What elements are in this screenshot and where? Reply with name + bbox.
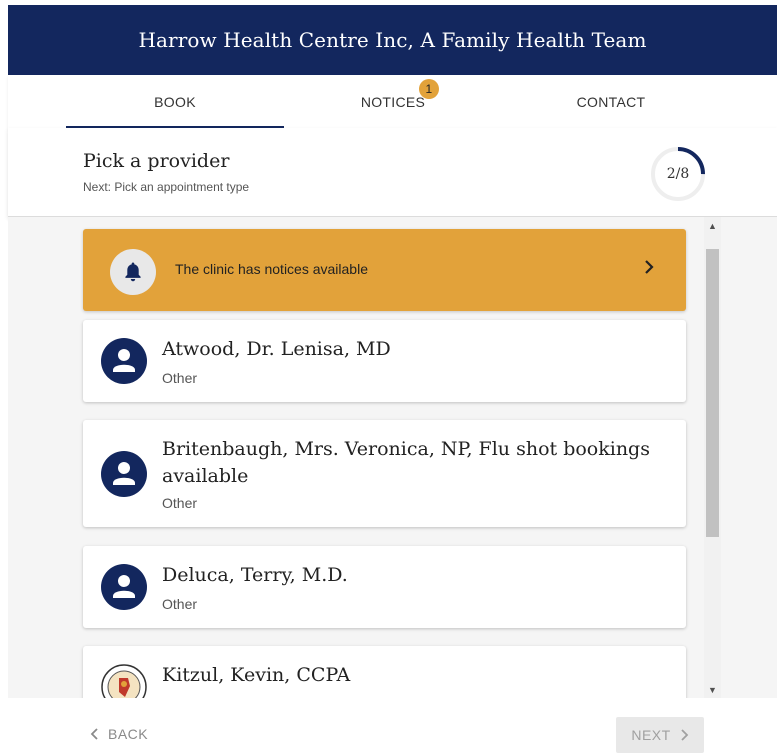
back-button-label: BACK xyxy=(108,726,149,742)
scroll-up-arrow-icon[interactable]: ▲ xyxy=(704,217,721,234)
next-button[interactable]: NEXT xyxy=(616,717,704,753)
tab-book-label: BOOK xyxy=(154,93,196,110)
step-next-hint: Next: Pick an appointment type xyxy=(83,180,250,194)
scrollbar-thumb[interactable] xyxy=(706,249,719,537)
provider-name: Britenbaugh, Mrs. Veronica, NP, Flu shot… xyxy=(162,438,650,487)
person-icon xyxy=(101,451,147,497)
chevron-right-icon xyxy=(639,257,659,277)
tab-contact-label: CONTACT xyxy=(576,93,646,110)
step-header: Pick a provider Next: Pick an appointmen… xyxy=(8,128,777,217)
provider-type: Other xyxy=(162,596,198,612)
chevron-left-icon xyxy=(90,728,98,740)
step-progress-ring: 2/8 xyxy=(650,146,706,202)
provider-type: Other xyxy=(162,495,198,511)
back-button[interactable]: BACK xyxy=(90,726,148,742)
list-scrollbar[interactable]: ▲ ▼ xyxy=(704,217,721,698)
scroll-down-arrow-icon[interactable]: ▼ xyxy=(704,681,721,698)
step-title: Pick a provider xyxy=(83,150,230,172)
booking-page: Harrow Health Centre Inc, A Family Healt… xyxy=(8,0,777,753)
tab-notices-label: NOTICES xyxy=(360,93,426,110)
app-header: Harrow Health Centre Inc, A Family Healt… xyxy=(8,5,777,75)
tab-notices[interactable]: NOTICES 1 xyxy=(284,75,502,128)
provider-name: Deluca, Terry, M.D. xyxy=(162,564,348,586)
bell-icon xyxy=(110,249,156,295)
tab-bar: BOOK NOTICES 1 CONTACT xyxy=(8,75,777,129)
provider-card[interactable]: Deluca, Terry, M.D. Other xyxy=(83,546,686,628)
person-icon xyxy=(101,564,147,610)
tab-book[interactable]: BOOK xyxy=(66,75,284,128)
provider-card[interactable]: Britenbaugh, Mrs. Veronica, NP, Flu shot… xyxy=(83,420,686,527)
footer-nav: BACK NEXT xyxy=(8,698,777,753)
chevron-right-icon xyxy=(681,729,688,741)
clinic-notices-banner[interactable]: The clinic has notices available xyxy=(83,229,686,311)
notices-count-badge: 1 xyxy=(419,79,439,99)
progress-label: 2/8 xyxy=(666,166,690,182)
provider-type: Other xyxy=(162,370,198,386)
provider-name: Atwood, Dr. Lenisa, MD xyxy=(162,338,391,360)
clinic-title: Harrow Health Centre Inc, A Family Healt… xyxy=(138,28,647,52)
person-icon xyxy=(101,338,147,384)
provider-name: Kitzul, Kevin, CCPA xyxy=(162,664,351,686)
provider-card[interactable]: Kitzul, Kevin, CCPA Physician Assistant xyxy=(83,646,686,698)
next-button-label: NEXT xyxy=(631,727,671,743)
seal-logo xyxy=(101,664,147,698)
notice-banner-text: The clinic has notices available xyxy=(175,261,368,277)
provider-card[interactable]: Atwood, Dr. Lenisa, MD Other xyxy=(83,320,686,402)
tab-contact[interactable]: CONTACT xyxy=(502,75,720,128)
provider-list: The clinic has notices available Atwood,… xyxy=(8,217,777,698)
